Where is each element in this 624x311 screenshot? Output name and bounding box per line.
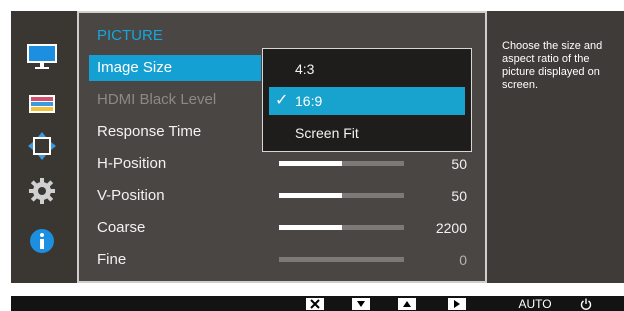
bottom-key-guide: AUTO xyxy=(11,296,624,311)
v-position-slider[interactable] xyxy=(279,193,404,198)
picture-monitor-icon[interactable] xyxy=(23,41,61,71)
menu-item-hdmi-black-level[interactable]: HDMI Black Level xyxy=(89,87,261,113)
fine-slider[interactable] xyxy=(279,257,404,262)
menu-item-image-size[interactable]: Image Size xyxy=(89,55,261,81)
image-size-dropdown: 4:3 ✓ 16:9 Screen Fit xyxy=(262,48,472,152)
close-icon[interactable] xyxy=(304,296,326,311)
menu-item-v-position[interactable]: V-Position xyxy=(89,183,261,209)
menu-item-h-position[interactable]: H-Position xyxy=(89,151,261,177)
menu-item-fine[interactable]: Fine xyxy=(89,247,261,273)
up-arrow-icon[interactable] xyxy=(396,296,418,311)
menu-item-response-time[interactable]: Response Time xyxy=(89,119,261,145)
option-label: 4:3 xyxy=(295,61,315,77)
dropdown-option-16-9[interactable]: ✓ 16:9 xyxy=(269,87,465,115)
menu-item-coarse[interactable]: Coarse xyxy=(89,215,261,241)
coarse-slider[interactable] xyxy=(279,225,404,230)
menu-title: PICTURE xyxy=(97,27,163,44)
checkmark-icon: ✓ xyxy=(275,92,289,109)
down-arrow-icon[interactable] xyxy=(350,296,372,311)
dropdown-option-4-3[interactable]: 4:3 xyxy=(269,55,465,83)
setup-gear-icon[interactable] xyxy=(23,176,61,206)
power-icon[interactable] xyxy=(576,296,596,311)
h-position-slider[interactable] xyxy=(279,161,404,166)
option-label: Screen Fit xyxy=(295,125,359,141)
v-position-value: 50 xyxy=(451,188,467,204)
auto-button[interactable]: AUTO xyxy=(515,296,555,311)
color-icon[interactable] xyxy=(23,89,61,119)
coarse-value: 2200 xyxy=(435,220,467,236)
information-icon[interactable] xyxy=(23,226,61,256)
size-position-icon[interactable] xyxy=(23,131,61,161)
enter-icon[interactable] xyxy=(446,296,468,311)
h-position-value: 50 xyxy=(451,156,467,172)
dropdown-option-screen-fit[interactable]: Screen Fit xyxy=(269,119,465,147)
option-label: 16:9 xyxy=(295,93,323,109)
help-description: Choose the size and aspect ratio of the … xyxy=(502,40,603,91)
fine-value: 0 xyxy=(459,252,467,268)
category-sidebar xyxy=(11,11,77,283)
